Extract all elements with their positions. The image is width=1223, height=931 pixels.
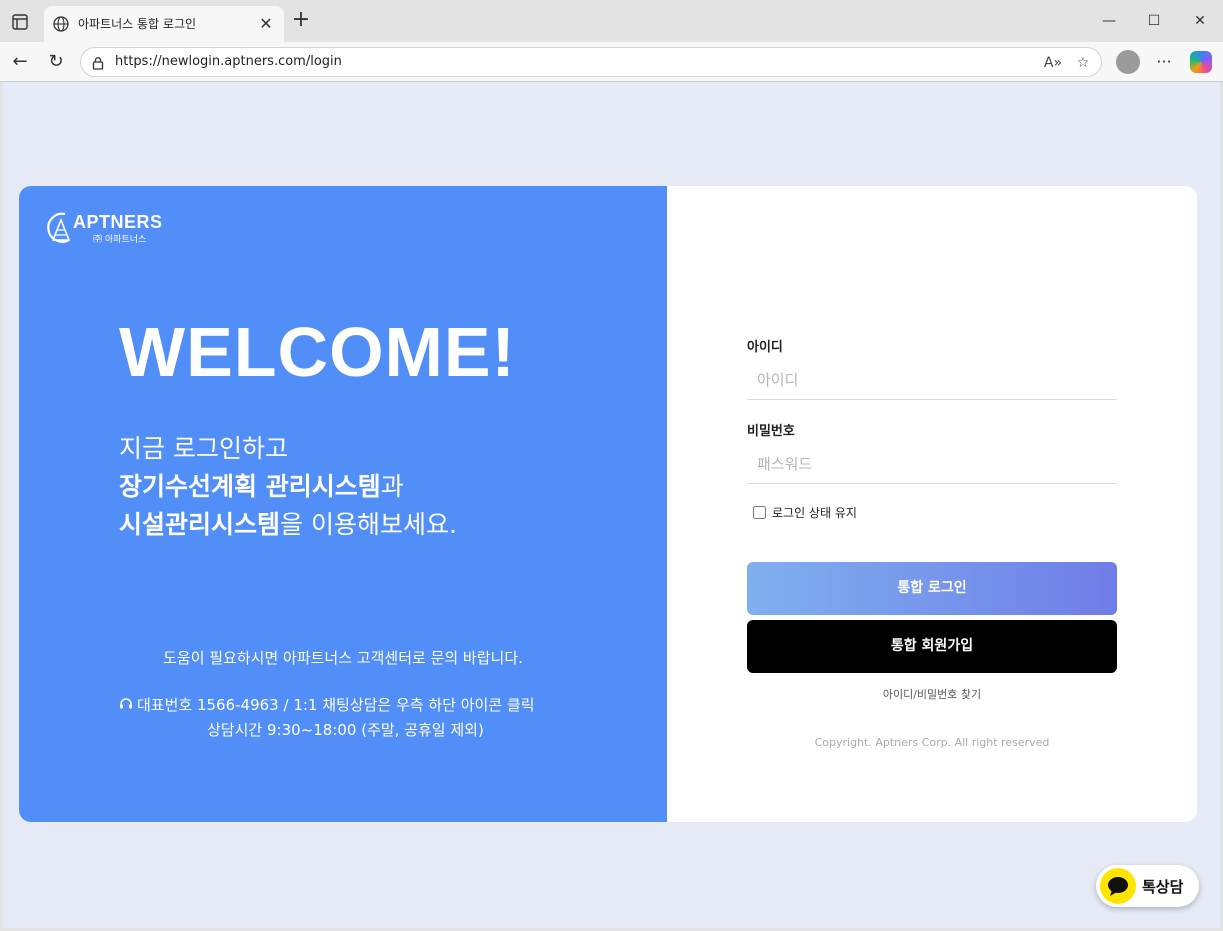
login-button[interactable]: 통합 로그인 — [747, 562, 1117, 615]
logo-subtitle: ㈜ 아파트너스 — [93, 235, 147, 245]
password-input[interactable] — [747, 444, 1117, 484]
id-label: 아이디 — [747, 340, 783, 355]
lock-icon — [91, 55, 105, 70]
close-window-icon[interactable]: ✕ — [1185, 8, 1215, 34]
copyright-text: Copyright. Aptners Corp. All right reser… — [814, 736, 1050, 749]
welcome-panel: APTNERS ㈜ 아파트너스 WELCOME! 지금 로그인하고 장기수선계획… — [19, 186, 667, 822]
login-form-panel: 아이디 비밀번호 로그인 상태 유지 통합 로그인 통합 회원가입 아이디/비밀… — [667, 186, 1197, 822]
globe-icon — [52, 15, 70, 33]
help-contact-text: 대표번호 1566-4963 / 1:1 채팅상담은 우측 하단 아이콘 클릭 — [137, 696, 535, 714]
copilot-icon[interactable] — [1190, 51, 1212, 73]
reload-icon[interactable]: ↻ — [44, 50, 68, 74]
aptners-logo: APTNERS ㈜ 아파트너스 — [43, 210, 183, 248]
intro-line-1: 지금 로그인하고 — [119, 434, 288, 463]
find-account-link[interactable]: 아이디/비밀번호 찾기 — [747, 686, 1117, 702]
profile-avatar-icon[interactable] — [1116, 50, 1140, 74]
close-tab-icon[interactable]: ✕ — [256, 14, 276, 34]
intro-line-2-rest: 과 — [380, 472, 404, 501]
id-input[interactable] — [747, 360, 1117, 400]
maximize-icon[interactable]: ☐ — [1139, 8, 1169, 34]
password-label: 비밀번호 — [747, 424, 795, 439]
page-viewport: APTNERS ㈜ 아파트너스 WELCOME! 지금 로그인하고 장기수선계획… — [3, 82, 1220, 928]
help-hours: 상담시간 9:30~18:00 (주말, 공휴일 제외) — [207, 721, 484, 739]
logo-mark-icon — [47, 212, 71, 243]
address-bar-row: ← ↻ https://newlogin.aptners.com/login A… — [0, 42, 1223, 82]
url-field[interactable]: https://newlogin.aptners.com/login A» ☆ — [80, 47, 1102, 77]
kakao-chat-label: 톡상담 — [1142, 878, 1184, 896]
tab-title: 아파트너스 통합 로그인 — [78, 17, 197, 31]
intro-line-2-bold: 장기수선계획 관리시스템 — [119, 472, 381, 501]
minimize-icon[interactable]: — — [1094, 8, 1124, 34]
intro-text: 지금 로그인하고 장기수선계획 관리시스템과 시설관리시스템을 이용해보세요. — [119, 430, 457, 544]
tab-actions-icon[interactable] — [10, 12, 30, 32]
back-icon[interactable]: ← — [8, 50, 32, 74]
login-card: APTNERS ㈜ 아파트너스 WELCOME! 지금 로그인하고 장기수선계획… — [19, 186, 1197, 822]
welcome-heading: WELCOME! — [119, 313, 516, 391]
help-text: 도움이 필요하시면 아파트너스 고객센터로 문의 바랍니다. — [163, 649, 523, 667]
new-tab-icon[interactable]: + — [290, 9, 312, 32]
favorite-star-icon[interactable]: ☆ — [1073, 53, 1093, 73]
logo-name: APTNERS — [73, 212, 163, 232]
remember-login[interactable]: 로그인 상태 유지 — [753, 504, 857, 521]
remember-checkbox[interactable] — [753, 506, 766, 519]
remember-label: 로그인 상태 유지 — [772, 506, 857, 520]
browser-tab[interactable]: 아파트너스 통합 로그인 ✕ — [44, 6, 284, 42]
intro-line-3-bold: 시설관리시스템 — [119, 510, 281, 539]
signup-button[interactable]: 통합 회원가입 — [747, 620, 1117, 673]
read-aloud-icon[interactable]: A» — [1043, 53, 1063, 73]
headset-icon — [119, 697, 133, 711]
intro-line-3-rest: 을 이용해보세요. — [280, 510, 457, 539]
url-text: https://newlogin.aptners.com/login — [115, 54, 342, 69]
help-contact: 대표번호 1566-4963 / 1:1 채팅상담은 우측 하단 아이콘 클릭 — [119, 694, 535, 715]
kakao-talk-icon — [1100, 868, 1136, 904]
browser-tab-bar: 아파트너스 통합 로그인 ✕ + — ☐ ✕ — [0, 0, 1223, 42]
kakao-chat-button[interactable]: 톡상담 — [1096, 865, 1199, 907]
more-options-icon[interactable]: ··· — [1152, 50, 1176, 74]
